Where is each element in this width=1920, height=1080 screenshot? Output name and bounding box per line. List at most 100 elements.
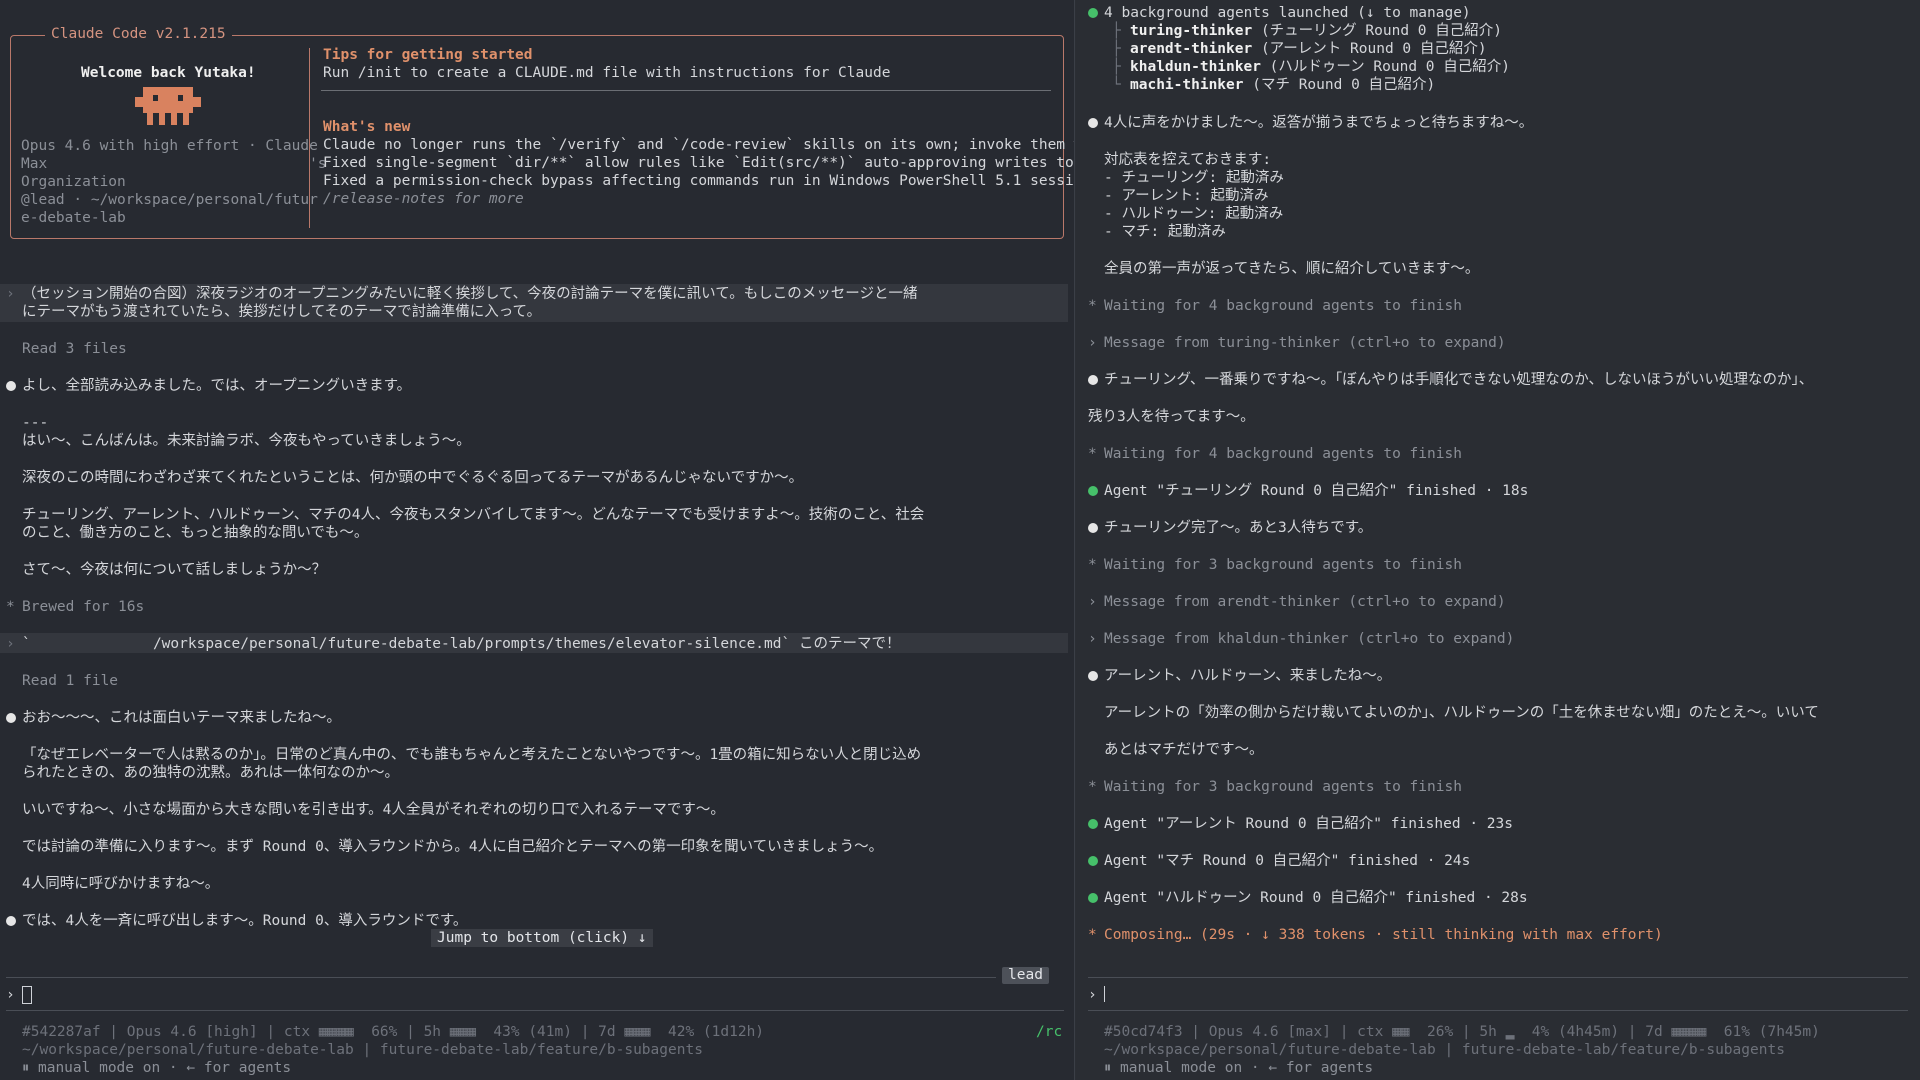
welcome-panel: Claude Code v2.1.215 Welcome back Yutaka… — [10, 26, 1074, 239]
expand-chevron-icon: › — [1088, 594, 1097, 610]
mascot-icon — [135, 87, 201, 125]
user-prompt: （セッション開始の合図）深夜ラジオのオープニングみたいに軽く挨拶して、今夜の討論… — [22, 286, 918, 302]
status-line: #50cd74f3 | Opus 4.6 [max] | ctx ▦▦ 26% … — [1104, 1024, 1820, 1040]
status-dot-icon — [1088, 856, 1098, 866]
assistant-message-cont: のこと、働き方のこと、もっと抽象的な問いでも～。 — [22, 525, 369, 541]
brewed-status: Brewed for 16s — [22, 599, 145, 615]
waiting-status: Waiting for 4 background agents to finis… — [1104, 298, 1462, 314]
assistant-message: いいですね～、小さな場面から大きな問いを引き出す。4人全員がそれぞれの切り口で入… — [22, 802, 725, 818]
status-line: #542287af | Opus 4.6 [high] | ctx ▦▦▦▦ 6… — [22, 1024, 765, 1040]
assistant-message: 4人同時に呼びかけますね～。 — [22, 876, 220, 892]
assistant-message: アーレント、ハルドゥーン、来ましたね～。 — [1104, 668, 1392, 684]
lead-terminal-pane[interactable]: Claude Code v2.1.215 Welcome back Yutaka… — [0, 0, 1075, 1080]
status-dot-icon — [1088, 486, 1098, 496]
agent-name: khaldun-thinker — [1130, 59, 1261, 75]
news-item: Claude no longer runs the `/verify` and … — [323, 137, 1075, 153]
agent-message-collapsed[interactable]: Message from turing-thinker (ctrl+o to e… — [1104, 334, 1506, 352]
tool-read-file[interactable]: Read 1 file — [22, 672, 118, 690]
assistant-message: 残り3人を待ってます～。 — [1088, 409, 1255, 425]
message-bullet-icon — [6, 381, 16, 391]
asterisk-icon: * — [1088, 446, 1097, 462]
mode-indicator[interactable]: ⏸ manual mode on · ← for agents — [1104, 1059, 1373, 1077]
assistant-message: では、4人を一斉に呼び出します～。Round 0、導入ラウンドです。 — [22, 913, 468, 929]
user-prompt: ` /workspace/personal/future-debate-lab/… — [22, 636, 901, 652]
agent-name: arendt-thinker — [1130, 41, 1253, 57]
agent-finished: Agent "ハルドゥーン Round 0 自己紹介" finished · 2… — [1104, 890, 1528, 906]
mode-indicator[interactable]: ⏸ manual mode on · ← for agents — [22, 1059, 291, 1077]
status-dot-icon — [1088, 893, 1098, 903]
assistant-message: アーレントの「効率の側からだけ裁いてよいのか」、ハルドゥーンの「土を休ませない畑… — [1104, 705, 1819, 721]
user-prompt-cont: にテーマがもう渡されていたら、挨拶だけしてそのテーマで討論準備に入って。 — [22, 304, 542, 320]
waiting-status: Waiting for 4 background agents to finis… — [1104, 446, 1462, 462]
news-item: Fixed a permission-check bypass affectin… — [323, 173, 1075, 189]
tree-branch-icon: ├ — [1112, 59, 1121, 75]
agent-desc: (マチ Round 0 自己紹介) — [1243, 77, 1436, 93]
assistant-message: はい～、こんばんは。未来討論ラボ、今夜もやっていきましょう～。 — [22, 433, 471, 449]
message-bullet-icon — [1088, 523, 1098, 533]
composing-status: Composing… (29s · ↓ 338 tokens · still t… — [1104, 927, 1663, 943]
tool-read-files[interactable]: Read 3 files — [22, 340, 127, 358]
agent-finished: Agent "チューリング Round 0 自己紹介" finished · 1… — [1104, 483, 1529, 499]
release-notes-link[interactable]: /release-notes for more — [323, 190, 524, 208]
jump-to-bottom-button[interactable]: Jump to bottom (click) ↓ — [431, 929, 653, 947]
assistant-message: おお～～～、これは面白いテーマ来ましたね～。 — [22, 710, 341, 726]
plan-info: Max 's — [21, 156, 327, 172]
assistant-message: - マチ: 起動済み — [1104, 224, 1226, 240]
agent-message-collapsed[interactable]: Message from arendt-thinker (ctrl+o to e… — [1104, 593, 1506, 611]
agent-finished: Agent "アーレント Round 0 自己紹介" finished · 23… — [1104, 816, 1513, 832]
prompt-input[interactable] — [22, 986, 32, 1004]
assistant-message: 「なぜエレベーターで人は黙るのか」。日常のど真ん中の、でも誰もちゃんと考えたこと… — [22, 747, 922, 763]
input-top-border — [6, 977, 996, 978]
agent-name: turing-thinker — [1130, 23, 1253, 39]
prompt-input[interactable] — [1104, 986, 1106, 1002]
remote-control-indicator[interactable]: /rc — [1036, 1023, 1062, 1041]
org-info: Organization — [21, 174, 126, 190]
assistant-message: 深夜のこの時間にわざわざ来てくれたということは、何か頭の中でぐるぐる回ってるテー… — [22, 470, 804, 486]
welcome-message: Welcome back Yutaka! — [81, 65, 256, 81]
assistant-message: チューリング、アーレント、ハルドゥーン、マチの4人、今夜もスタンバイしてます～。… — [22, 507, 925, 523]
assistant-message: では討論の準備に入ります～。まず Round 0、導入ラウンドから。4人に自己紹… — [22, 839, 884, 855]
prompt-chevron-icon: › — [6, 636, 15, 652]
assistant-message: 全員の第一声が返ってきたら、順に紹介していきます～。 — [1104, 261, 1480, 277]
agent-desc: (チューリング Round 0 自己紹介) — [1252, 23, 1502, 39]
agent-name: machi-thinker — [1130, 77, 1244, 93]
waiting-status: Waiting for 3 background agents to finis… — [1104, 557, 1462, 573]
assistant-message: 4人に声をかけました～。返答が揃うまでちょっと待ちますね～。 — [1104, 115, 1534, 131]
assistant-message: 対応表を控えておきます: — [1104, 152, 1272, 168]
tips-title: Tips for getting started — [323, 47, 533, 63]
tips-divider — [321, 90, 1051, 91]
news-item: Fixed single-segment `dir/**` allow rule… — [323, 155, 1074, 171]
tree-branch-icon: ├ — [1112, 41, 1121, 57]
expand-chevron-icon: › — [1088, 335, 1097, 351]
asterisk-icon: * — [1088, 298, 1097, 314]
message-bullet-icon — [1088, 375, 1098, 385]
asterisk-icon: * — [1088, 557, 1097, 573]
assistant-hr: --- — [22, 415, 49, 431]
assistant-message: - ハルドゥーン: 起動済み — [1104, 206, 1284, 222]
agent-finished: Agent "マチ Round 0 自己紹介" finished · 24s — [1104, 853, 1471, 869]
expand-chevron-icon: › — [1088, 631, 1097, 647]
tree-branch-icon: ├ — [1112, 23, 1121, 39]
prompt-chevron-icon: › — [6, 286, 15, 302]
agent-desc: (ハルドゥーン Round 0 自己紹介) — [1260, 59, 1510, 75]
asterisk-icon: * — [1088, 779, 1097, 795]
assistant-message: チューリング完了～。あと3人待ちです。 — [1104, 520, 1373, 536]
input-top-border — [1088, 977, 1908, 978]
assistant-message: よし、全部読み込みました。では、オープニングいきます。 — [22, 378, 412, 394]
input-bottom-border — [6, 1010, 1064, 1011]
whats-new-title: What's new — [323, 119, 411, 135]
agents-terminal-pane[interactable]: 4 background agents launched (↓ to manag… — [1076, 0, 1920, 1080]
model-info: Opus 4.6 with high effort · Claude — [21, 138, 318, 154]
status-branch: ~/workspace/personal/future-debate-lab |… — [22, 1042, 703, 1058]
message-bullet-icon — [1088, 118, 1098, 128]
waiting-status: Waiting for 3 background agents to finis… — [1104, 779, 1462, 795]
panel-divider — [309, 48, 310, 228]
assistant-message: あとはマチだけです～。 — [1104, 742, 1264, 758]
spinner-icon: * — [1088, 927, 1097, 943]
status-dot-icon — [1088, 819, 1098, 829]
input-bottom-border — [1088, 1010, 1908, 1011]
agent-message-collapsed[interactable]: Message from khaldun-thinker (ctrl+o to … — [1104, 630, 1514, 648]
asterisk-icon: * — [6, 599, 15, 615]
agents-launched[interactable]: 4 background agents launched (↓ to manag… — [1104, 4, 1471, 22]
cwd-info-cont: e-debate-lab — [21, 210, 126, 226]
